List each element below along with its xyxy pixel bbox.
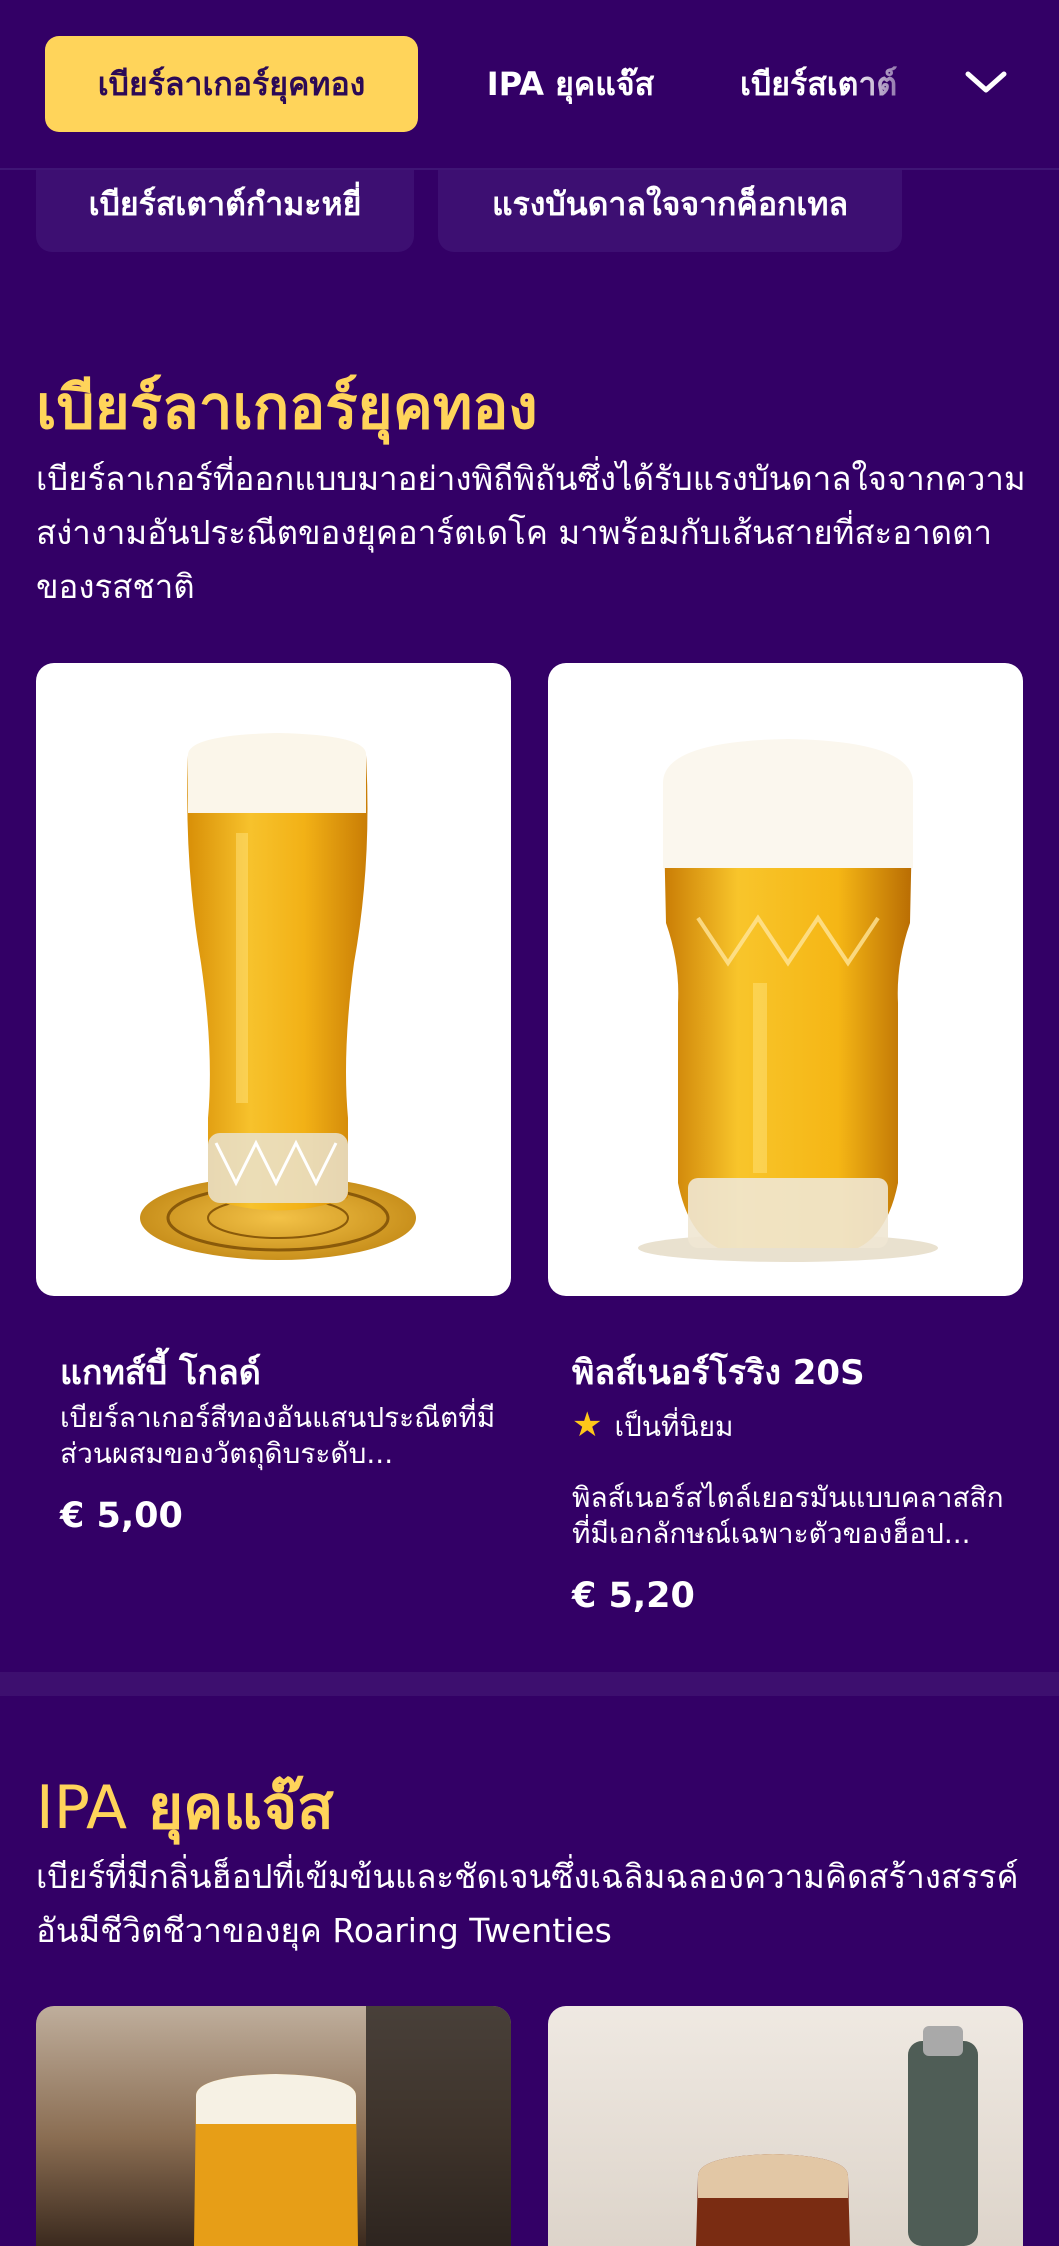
section-description: เบียร์ที่มีกลิ่นฮ็อปที่เข้มข้นและชัดเจนซ…	[36, 1857, 1019, 1950]
product-name[interactable]: แกทส์บี้ โกลด์	[60, 1345, 261, 1399]
section-description: เบียร์ลาเกอร์ที่ออกแบบมาอย่างพิถีพิถันซึ…	[36, 459, 1026, 606]
tab-golden-lager[interactable]: เบียร์ลาเกอร์ยุคทอง	[45, 36, 418, 132]
product-price: € 5,20	[572, 1576, 695, 1616]
product-price: € 5,00	[60, 1496, 183, 1536]
tab-velvet-stout[interactable]: เบียร์สเตาต์กำมะหยี่	[36, 166, 414, 252]
section-title-rest: ยุคแจ๊ส	[147, 1773, 334, 1843]
tab-jazz-ipa[interactable]: IPA ยุคแจ๊ส	[458, 36, 683, 132]
product-name[interactable]: พิลส์เนอร์โรริง 20S	[572, 1345, 865, 1399]
product-image-pilsner[interactable]	[548, 663, 1023, 1296]
tab-cocktail-inspired[interactable]: แรงบันดาลใจจากค็อกเทล	[438, 166, 902, 252]
beer-glass-image	[140, 733, 416, 1260]
star-icon: ★	[572, 1405, 603, 1445]
product-image-ipa-2[interactable]	[548, 2006, 1023, 2246]
product-image-ipa-1[interactable]	[36, 2006, 511, 2246]
beer-glass-image	[194, 2006, 511, 2246]
badge-label: เป็นที่นิยม	[614, 1410, 734, 1443]
beer-glass-image	[696, 2026, 978, 2246]
tab-stout[interactable]: เบียร์สเตาต์	[740, 36, 940, 132]
popular-badge: ★ เป็นที่นิยม	[572, 1405, 733, 1449]
section-title: IPA ยุคแจ๊ส	[36, 1760, 334, 1855]
beer-glass-image	[638, 739, 938, 1262]
section-title-prefix: IPA	[36, 1773, 128, 1843]
chevron-down-icon[interactable]	[962, 62, 1010, 102]
product-description: พิลส์เนอร์สไตล์เยอรมันแบบคลาสสิกที่มีเอก…	[572, 1481, 1004, 1550]
section-title: เบียร์ลาเกอร์ยุคทอง	[36, 373, 538, 443]
product-image-gatsby-gold[interactable]	[36, 663, 511, 1296]
product-description: เบียร์ลาเกอร์สีทองอันแสนประณีตที่มีส่วนผ…	[60, 1401, 496, 1470]
category-nav: เบียร์ลาเกอร์ยุคทอง IPA ยุคแจ๊ส เบียร์สเ…	[0, 0, 1059, 170]
section-divider	[0, 1672, 1059, 1696]
